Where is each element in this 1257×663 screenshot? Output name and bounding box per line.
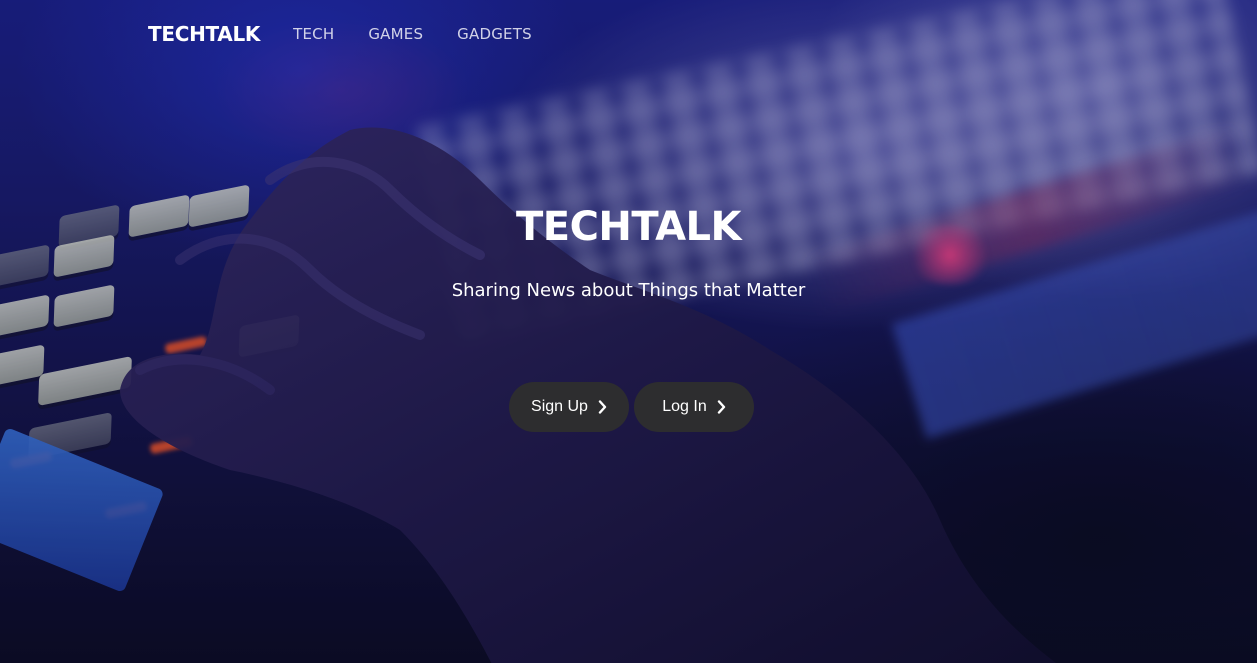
hero-overlay [0,0,1257,663]
chevron-right-icon [717,400,725,414]
brand-logo-link[interactable]: TECHTALK [148,22,260,46]
sign-up-button[interactable]: Sign Up [509,382,629,432]
top-navbar: TECHTALK TECH GAMES GADGETS [148,18,566,50]
hero-button-group: Sign Up Log In [509,382,754,432]
hero-subtitle: Sharing News about Things that Matter [451,280,806,301]
hero-background-image [0,0,1257,663]
hero-title: TECHTALK [515,204,742,250]
log-in-button[interactable]: Log In [634,382,754,432]
chevron-right-icon [598,400,607,414]
sign-up-label: Sign Up [531,398,588,415]
nav-link-games[interactable]: GAMES [368,25,423,43]
nav-link-gadgets[interactable]: GADGETS [457,25,532,43]
log-in-label: Log In [662,398,707,415]
nav-link-tech[interactable]: TECH [293,25,334,43]
